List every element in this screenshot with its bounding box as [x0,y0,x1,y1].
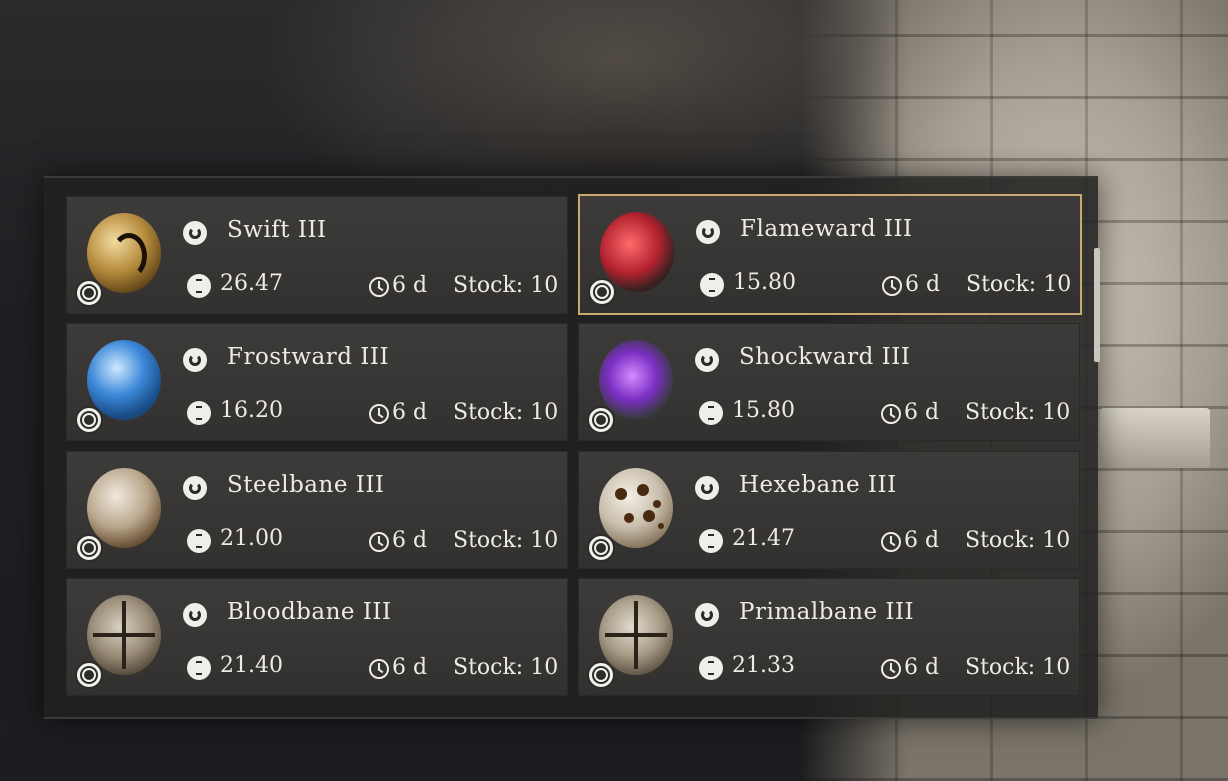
flameward-orb-icon [600,212,674,292]
socket-icon [587,406,615,434]
coin-icon [699,401,723,425]
item-stock: Stock: 10 [965,528,1071,553]
item-name: Steelbane III [227,472,385,498]
scrollbar-thumb[interactable] [1094,248,1100,362]
rune-type-icon [695,348,719,372]
item-duration: 6 d [392,528,428,553]
coin-icon [187,401,211,425]
socket-icon [75,661,103,689]
item-price: 21.47 [732,526,795,551]
socket-icon [588,278,616,306]
item-stock: Stock: 10 [453,655,559,680]
rune-type-icon [695,476,719,500]
clock-icon [881,404,901,424]
item-duration: 6 d [904,400,940,425]
shop-item-frostward[interactable]: Frostward III 16.20 6 d Stock: 10 [66,323,568,441]
shop-item-shockward[interactable]: Shockward III 15.80 6 d Stock: 10 [578,323,1080,441]
coin-icon [187,656,211,680]
item-price: 21.00 [220,526,283,551]
frostward-orb-icon [87,340,161,420]
coin-icon [187,274,211,298]
socket-icon [587,534,615,562]
item-stock: Stock: 10 [966,272,1072,297]
item-stock: Stock: 10 [965,400,1071,425]
item-name: Shockward III [739,344,911,370]
shop-item-hexebane[interactable]: Hexebane III 21.47 6 d Stock: 10 [578,451,1080,569]
item-name: Bloodbane III [227,599,392,625]
shockward-orb-icon [599,340,673,420]
item-duration: 6 d [905,272,941,297]
item-name: Swift III [227,217,327,243]
item-price: 26.47 [220,271,283,296]
item-price: 21.33 [732,653,795,678]
shop-item-grid: Swift III 26.47 6 d Stock: 10 Flameward … [66,194,1084,696]
item-stock: Stock: 10 [965,655,1071,680]
item-duration: 6 d [392,400,428,425]
shop-item-bloodbane[interactable]: Bloodbane III 21.40 6 d Stock: 10 [66,578,568,696]
rune-type-icon [183,348,207,372]
item-price: 15.80 [732,398,795,423]
socket-icon [75,406,103,434]
clock-icon [881,532,901,552]
shop-item-primalbane[interactable]: Primalbane III 21.33 6 d Stock: 10 [578,578,1080,696]
item-price: 21.40 [220,653,283,678]
coin-icon [700,273,724,297]
item-name: Frostward III [227,344,390,370]
item-duration: 6 d [392,655,428,680]
shop-item-swift[interactable]: Swift III 26.47 6 d Stock: 10 [66,196,568,314]
item-stock: Stock: 10 [453,273,559,298]
item-name: Hexebane III [739,472,897,498]
shop-item-steelbane[interactable]: Steelbane III 21.00 6 d Stock: 10 [66,451,568,569]
stone-ledge [1100,408,1210,468]
item-stock: Stock: 10 [453,528,559,553]
coin-icon [699,656,723,680]
item-stock: Stock: 10 [453,400,559,425]
hexebane-orb-icon [599,468,673,548]
item-name: Primalbane III [739,599,915,625]
clock-icon [369,659,389,679]
socket-icon [75,534,103,562]
bloodbane-orb-icon [87,595,161,675]
item-price: 16.20 [220,398,283,423]
clock-icon [881,659,901,679]
item-name: Flameward III [740,216,913,242]
coin-icon [187,529,211,553]
swift-orb-icon [87,213,161,293]
clock-icon [369,404,389,424]
rune-type-icon [183,221,207,245]
socket-icon [587,661,615,689]
rune-type-icon [696,220,720,244]
shop-item-flameward[interactable]: Flameward III 15.80 6 d Stock: 10 [578,194,1082,315]
clock-icon [369,532,389,552]
socket-icon [75,279,103,307]
item-price: 15.80 [733,270,796,295]
rune-type-icon [183,603,207,627]
steelbane-orb-icon [87,468,161,548]
clock-icon [882,276,902,296]
item-duration: 6 d [904,528,940,553]
coin-icon [699,529,723,553]
primalbane-orb-icon [599,595,673,675]
item-duration: 6 d [904,655,940,680]
item-duration: 6 d [392,273,428,298]
clock-icon [369,277,389,297]
rune-type-icon [695,603,719,627]
rune-type-icon [183,476,207,500]
